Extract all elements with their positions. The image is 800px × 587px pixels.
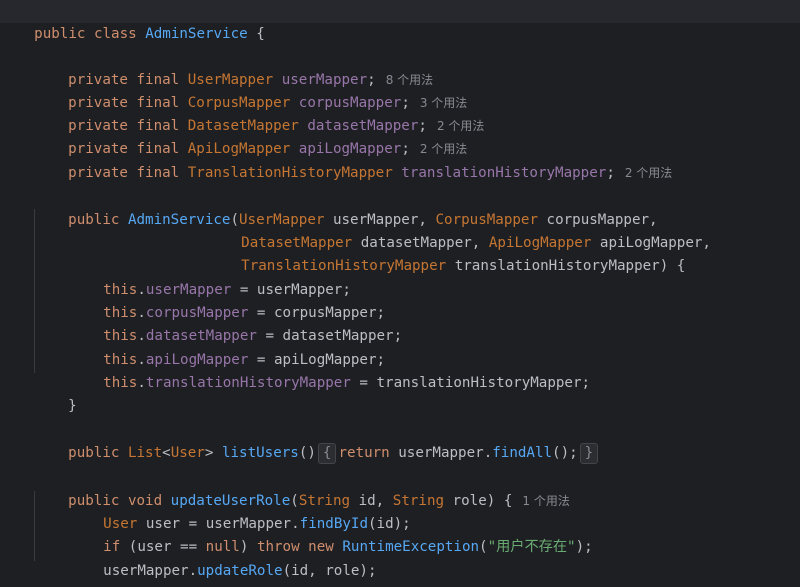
code-text: (id, role); xyxy=(282,563,377,579)
code-text: . xyxy=(137,375,146,391)
code-text: role) { xyxy=(444,493,513,509)
code-line-assignment[interactable]: this.translationHistoryMapper = translat… xyxy=(69,349,590,391)
code-text: . xyxy=(483,445,493,461)
code-text: ( xyxy=(479,539,488,555)
code-line-assignment[interactable]: this.apiLogMapper = apiLogMapper; xyxy=(69,326,385,368)
code-line-constructor[interactable]: public AdminService(UserMapper userMappe… xyxy=(34,186,657,228)
field-name: translationHistoryMapper xyxy=(145,375,351,391)
code-line-statement[interactable]: userMapper.updateRole(id, role); xyxy=(69,537,376,579)
keyword-this: this xyxy=(103,375,138,391)
code-line-assignment[interactable]: this.datasetMapper = datasetMapper; xyxy=(69,302,402,344)
method-call: findAll xyxy=(492,445,553,461)
code-line-field[interactable]: private final UserMapper userMapper; 8 个用… xyxy=(34,46,433,88)
code-text: ); xyxy=(575,539,593,555)
type-name: TranslationHistoryMapper xyxy=(187,165,393,181)
code-text: translationHistoryMapper) { xyxy=(446,258,686,274)
code-text: userMapper xyxy=(398,445,484,461)
code-line-constructor-params[interactable]: DatasetMapper datasetMapper, ApiLogMappe… xyxy=(207,209,711,251)
code-line-field[interactable]: private final ApiLogMapper apiLogMapper;… xyxy=(34,115,467,157)
code-editor[interactable]: public class AdminService { private fina… xyxy=(0,0,800,587)
code-line-closing-brace[interactable]: } xyxy=(34,560,77,587)
type-name: List xyxy=(127,445,163,461)
method-name: listUsers xyxy=(221,445,299,461)
string-literal: "用户不存在" xyxy=(487,539,576,555)
closing-brace: } xyxy=(68,398,77,414)
code-line-field[interactable]: private final CorpusMapper corpusMapper;… xyxy=(34,69,467,111)
code-text: () xyxy=(298,445,316,461)
keyword: public xyxy=(68,445,128,461)
code-text: . xyxy=(188,563,198,579)
method-call: updateRole xyxy=(197,563,283,579)
code-line-closing-brace[interactable]: } xyxy=(34,372,77,414)
usage-hint[interactable]: 2 个用法 xyxy=(625,166,672,180)
code-line-method-update-user-role[interactable]: public void updateUserRole(String id, St… xyxy=(34,467,570,509)
code-text: (); xyxy=(552,445,578,461)
code-text: ; xyxy=(606,165,615,181)
code-line-method-list-users[interactable]: public List<User> listUsers(){return use… xyxy=(34,419,600,464)
field-name: translationHistoryMapper xyxy=(392,165,607,181)
code-line-statement[interactable]: User user = userMapper.findById(id); xyxy=(69,490,411,532)
code-text: userMapper xyxy=(103,563,189,579)
keyword: public xyxy=(68,212,128,228)
code-line-assignment[interactable]: this.userMapper = userMapper; xyxy=(69,256,351,298)
keyword: return xyxy=(338,445,399,461)
code-line-field[interactable]: private final TranslationHistoryMapper t… xyxy=(34,139,672,181)
usage-hint[interactable]: 1 个用法 xyxy=(522,494,569,508)
code-text: < xyxy=(162,445,171,461)
code-line-statement[interactable]: if (user == null) throw new RuntimeExcep… xyxy=(69,513,593,555)
code-line-class-declaration[interactable]: public class AdminService { xyxy=(0,0,800,42)
fold-open-brace[interactable]: { xyxy=(317,443,337,464)
code-line-field[interactable]: private final DatasetMapper datasetMappe… xyxy=(34,92,484,134)
fold-close-brace[interactable]: } xyxy=(579,443,599,464)
code-line-assignment[interactable]: this.corpusMapper = corpusMapper; xyxy=(69,279,385,321)
code-line-constructor-params[interactable]: TranslationHistoryMapper translationHist… xyxy=(207,232,685,274)
keyword: private final xyxy=(68,165,188,181)
keyword: public class xyxy=(34,26,146,42)
code-text: > xyxy=(204,445,222,461)
type-name: User xyxy=(170,445,205,461)
code-text: = translationHistoryMapper; xyxy=(350,375,591,391)
code-text: { xyxy=(247,26,265,42)
class-name: AdminService xyxy=(145,26,248,42)
